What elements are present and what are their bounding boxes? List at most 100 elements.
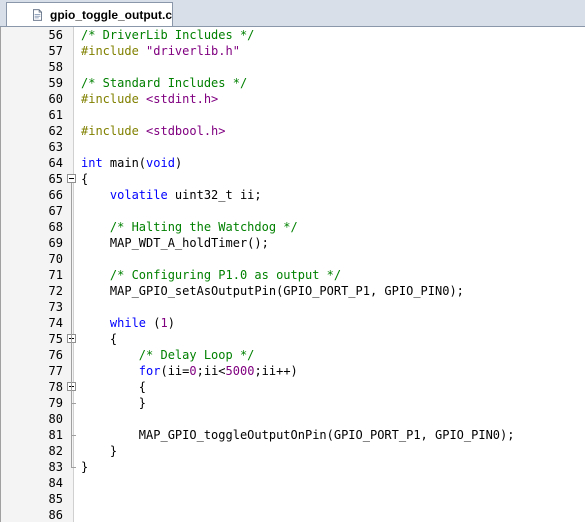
- code-text: MAP_GPIO_toggleOutputOnPin(GPIO_PORT_P1,…: [81, 427, 515, 443]
- code-line[interactable]: 71 /* Configuring P1.0 as output */: [0, 267, 585, 283]
- code-token: {: [81, 172, 89, 186]
- collapse-icon[interactable]: [67, 174, 76, 183]
- code-text: /* Halting the Watchdog */: [81, 219, 298, 235]
- code-line[interactable]: 58: [0, 59, 585, 75]
- line-number: 68: [48, 220, 63, 234]
- code-line[interactable]: 64 int main(void): [0, 155, 585, 171]
- code-text: #include "driverlib.h": [81, 43, 240, 59]
- code-text: }: [81, 443, 117, 459]
- line-number: 60: [48, 92, 63, 106]
- code-editor[interactable]: 56 /* DriverLib Includes */ 57 #include "dr…: [0, 27, 585, 522]
- code-line[interactable]: 61: [0, 107, 585, 123]
- code-line[interactable]: 59 /* Standard Includes */: [0, 75, 585, 91]
- code-line[interactable]: 84: [0, 475, 585, 491]
- code-line[interactable]: 78 {: [0, 379, 585, 395]
- c-file-icon: [33, 8, 42, 21]
- line-number: 78: [48, 380, 63, 394]
- code-token: while: [109, 316, 147, 330]
- code-line[interactable]: 65 {: [0, 171, 585, 187]
- line-number: 67: [48, 204, 63, 218]
- code-text: MAP_GPIO_setAsOutputPin(GPIO_PORT_P1, GP…: [81, 283, 464, 299]
- code-token: ;ii<: [196, 364, 226, 378]
- code-token: #include: [81, 44, 147, 58]
- code-line[interactable]: 70: [0, 251, 585, 267]
- code-line[interactable]: 80: [0, 411, 585, 427]
- code-token: uint32_t ii;: [167, 188, 262, 202]
- code-token: {: [81, 380, 147, 394]
- code-token: 0: [189, 364, 197, 378]
- line-number: 59: [48, 76, 63, 90]
- line-number: 81: [48, 428, 63, 442]
- line-number: 74: [48, 316, 63, 330]
- code-line[interactable]: 74 while (1): [0, 315, 585, 331]
- line-number: 57: [48, 44, 63, 58]
- tab-gpio-toggle-output[interactable]: gpio_toggle_output.c: [6, 2, 173, 26]
- code-text: int main(void): [81, 155, 182, 171]
- code-token: void: [146, 156, 175, 170]
- code-token: 5000: [225, 364, 255, 378]
- code-line[interactable]: 56 /* DriverLib Includes */: [0, 27, 585, 43]
- code-text: {: [81, 331, 117, 347]
- code-line[interactable]: 81 MAP_GPIO_toggleOutputOnPin(GPIO_PORT_…: [0, 427, 585, 443]
- line-number: 83: [48, 460, 63, 474]
- code-token: }: [81, 396, 147, 410]
- code-line[interactable]: 62 #include <stdbool.h>: [0, 123, 585, 139]
- code-token: (ii=: [160, 364, 190, 378]
- code-token: MAP_GPIO_toggleOutputOnPin(GPIO_PORT_P1,…: [81, 428, 515, 442]
- code-token: /* Configuring P1.0 as output */: [109, 268, 342, 282]
- line-number: 85: [48, 492, 63, 506]
- code-token: for: [138, 364, 161, 378]
- code-line[interactable]: 66 volatile uint32_t ii;: [0, 187, 585, 203]
- code-token: main(: [102, 156, 147, 170]
- code-line[interactable]: 76 /* Delay Loop */: [0, 347, 585, 363]
- line-number: 64: [48, 156, 63, 170]
- code-token: MAP_WDT_A_holdTimer();: [81, 236, 269, 250]
- code-line[interactable]: 73: [0, 299, 585, 315]
- code-line[interactable]: 69 MAP_WDT_A_holdTimer();: [0, 235, 585, 251]
- code-token: ): [167, 316, 175, 330]
- line-number: 73: [48, 300, 63, 314]
- code-line[interactable]: 68 /* Halting the Watchdog */: [0, 219, 585, 235]
- code-line[interactable]: 72 MAP_GPIO_setAsOutputPin(GPIO_PORT_P1,…: [0, 283, 585, 299]
- code-text: }: [81, 395, 146, 411]
- code-line[interactable]: 83}: [0, 459, 585, 475]
- code-token: volatile: [109, 188, 168, 202]
- code-line[interactable]: 79 }: [0, 395, 585, 411]
- code-text: /* Delay Loop */: [81, 347, 255, 363]
- code-text: for(ii=0;ii<5000;ii++): [81, 363, 298, 379]
- line-number: 71: [48, 268, 63, 282]
- line-number: 72: [48, 284, 63, 298]
- code-line[interactable]: 85: [0, 491, 585, 507]
- code-line[interactable]: 75 {: [0, 331, 585, 347]
- code-text: /* DriverLib Includes */: [81, 27, 254, 43]
- code-line[interactable]: 67: [0, 203, 585, 219]
- code-token: #include: [81, 92, 147, 106]
- code-token: }: [81, 460, 89, 474]
- code-line[interactable]: 86: [0, 507, 585, 523]
- line-number: 61: [48, 108, 63, 122]
- code-token: #include: [81, 124, 147, 138]
- code-token: /* Halting the Watchdog */: [109, 220, 298, 234]
- code-line[interactable]: 60 #include <stdint.h>: [0, 91, 585, 107]
- code-token: 1: [160, 316, 168, 330]
- code-token: "driverlib.h": [146, 44, 240, 58]
- code-token: <stdint.h>: [146, 92, 219, 106]
- line-number: 84: [48, 476, 63, 490]
- line-number: 56: [48, 28, 63, 42]
- code-line[interactable]: 77 for(ii=0;ii<5000;ii++): [0, 363, 585, 379]
- code-text: {: [81, 379, 146, 395]
- fold-end-marker: [71, 467, 76, 468]
- code-text: volatile uint32_t ii;: [81, 187, 262, 203]
- code-line[interactable]: 57 #include "driverlib.h": [0, 43, 585, 59]
- code-line[interactable]: 63: [0, 139, 585, 155]
- code-token: /* Delay Loop */: [138, 348, 255, 362]
- code-line[interactable]: 82 }: [0, 443, 585, 459]
- code-text: /* Configuring P1.0 as output */: [81, 267, 341, 283]
- line-number: 82: [48, 444, 63, 458]
- fold-end-marker: [71, 403, 76, 404]
- code-token: /* DriverLib Includes */: [81, 28, 255, 42]
